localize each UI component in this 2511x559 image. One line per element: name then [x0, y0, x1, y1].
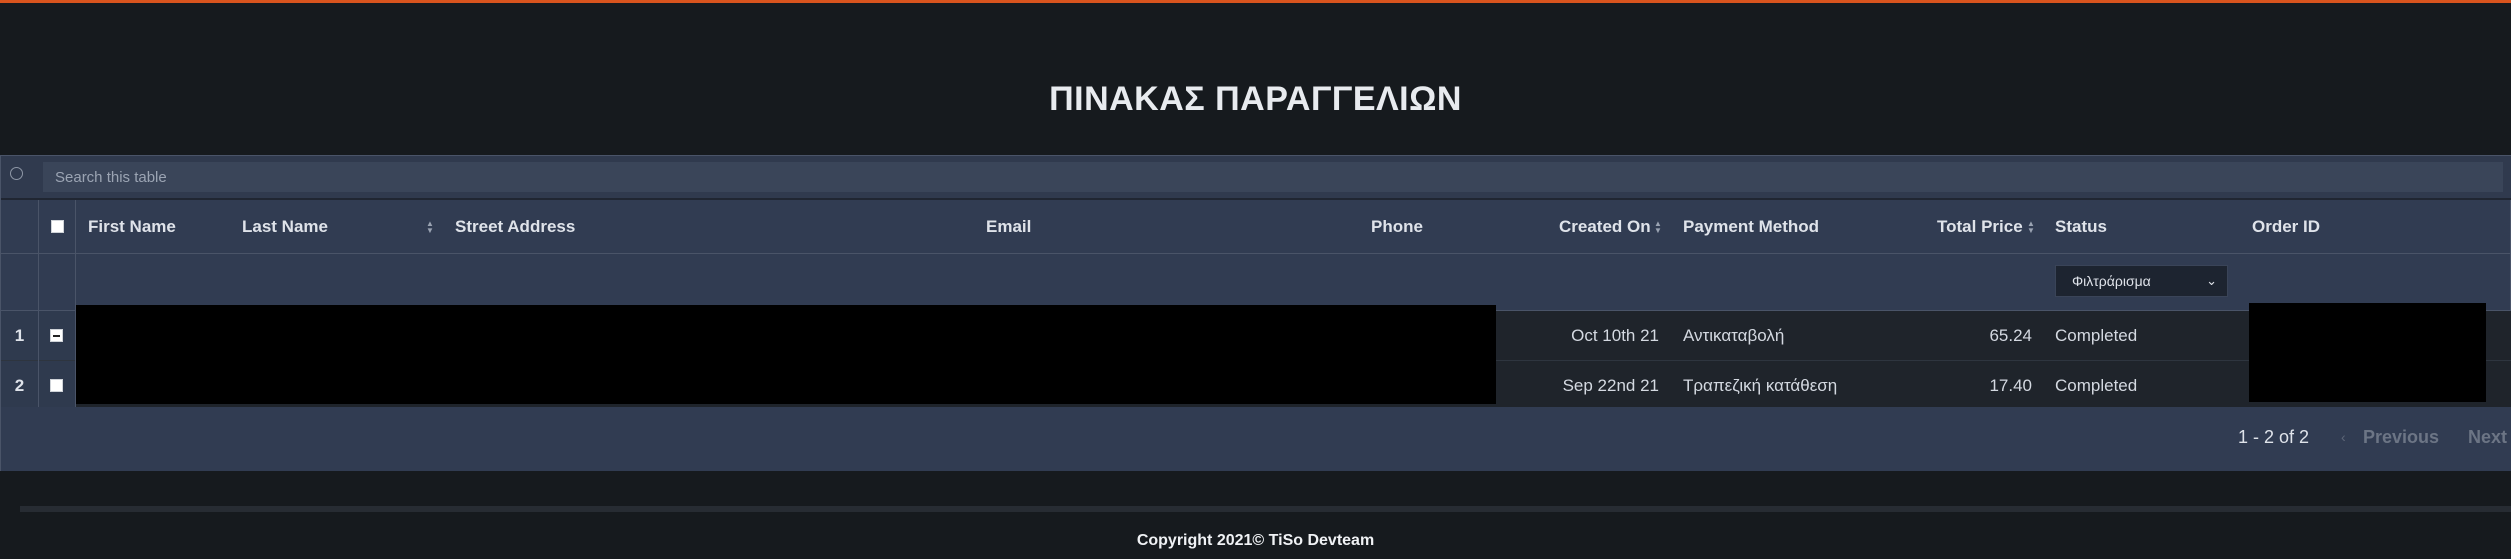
- created-on-cell: Sep 22nd 21: [1562, 376, 1659, 395]
- top-accent-bar: [0, 0, 2511, 3]
- page-title: ΠΙΝΑΚΑΣ ΠΑΡΑΓΓΕΛΙΩΝ: [1049, 80, 1462, 118]
- redacted-block: [2249, 303, 2486, 402]
- status-cell: Completed: [2055, 376, 2138, 395]
- sort-icon[interactable]: ▲ ▼: [1654, 220, 1662, 235]
- created-on-cell: Oct 10th 21: [1571, 326, 1659, 345]
- chevron-left-icon: ‹: [2341, 429, 2346, 445]
- previous-page-button[interactable]: Previous: [2363, 427, 2439, 448]
- select-all-checkbox[interactable]: [51, 220, 64, 233]
- row-select-cell: [38, 311, 75, 360]
- column-header-total-price[interactable]: Total Price: [1937, 200, 2023, 253]
- pagination-info: 1 - 2 of 2: [2238, 427, 2310, 447]
- status-cell: Completed: [2055, 326, 2138, 345]
- column-header-payment-method[interactable]: Payment Method: [1683, 200, 1819, 253]
- column-header-phone[interactable]: Phone: [1371, 200, 1423, 253]
- table-pagination: 1 - 2 of 2 ‹ Previous Next: [1, 407, 2511, 471]
- redacted-block: [75, 305, 1496, 404]
- column-header-created-on[interactable]: Created On: [1559, 200, 1651, 253]
- row-number: 2: [1, 361, 38, 410]
- status-filter-value: Φιλτράρισμα: [2072, 273, 2151, 289]
- payment-method-cell: Τραπεζική κατάθεση: [1683, 376, 1838, 395]
- column-header-first-name[interactable]: First Name: [88, 200, 176, 253]
- column-header-street-address[interactable]: Street Address: [455, 200, 575, 253]
- column-header-email[interactable]: Email: [986, 200, 1031, 253]
- next-page-button[interactable]: Next: [2468, 427, 2507, 448]
- footer-divider: [20, 506, 2511, 512]
- sort-icon[interactable]: ▲ ▼: [2027, 220, 2035, 235]
- chevron-down-icon: ⌄: [2206, 273, 2217, 288]
- status-filter-select[interactable]: Φιλτράρισμα ⌄: [2055, 265, 2228, 297]
- search-icon: [10, 167, 23, 180]
- payment-method-cell: Αντικαταβολή: [1683, 326, 1785, 345]
- row-select-cell: [38, 361, 75, 410]
- row-checkbox[interactable]: [50, 329, 63, 342]
- search-input[interactable]: [43, 162, 2503, 192]
- column-header-status[interactable]: Status: [2055, 200, 2107, 253]
- row-checkbox[interactable]: [50, 379, 63, 392]
- table-header-row: First Name Last Name ▲ ▼ Street Address E…: [1, 200, 2511, 254]
- table-search-bar: [1, 156, 2511, 200]
- column-header-order-id[interactable]: Order ID: [2252, 200, 2320, 253]
- column-header-last-name[interactable]: Last Name: [242, 200, 328, 253]
- copyright-text: Copyright 2021© TiSo Devteam: [1136, 532, 1375, 549]
- row-number: 1: [1, 311, 38, 360]
- total-price-cell: 17.40: [1989, 376, 2032, 395]
- sort-icon[interactable]: ▲ ▼: [426, 220, 434, 235]
- orders-table: First Name Last Name ▲▼ Street Address E…: [0, 155, 2511, 471]
- total-price-cell: 65.24: [1989, 326, 2032, 345]
- table-filter-row: Φιλτράρισμα ⌄: [1, 253, 2511, 311]
